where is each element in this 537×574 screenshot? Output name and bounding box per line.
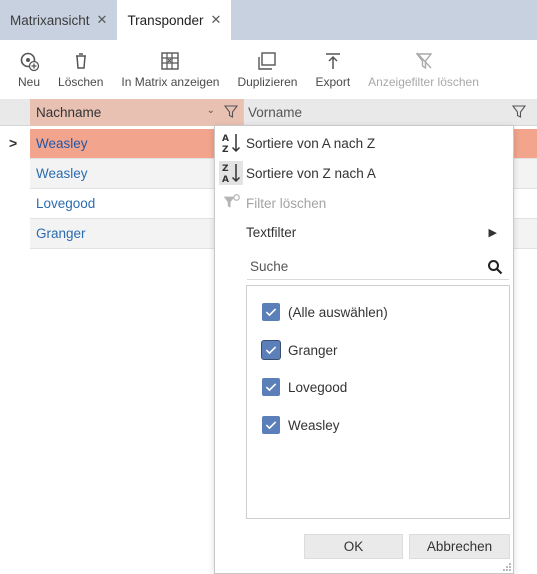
close-icon[interactable]: ✕ (97, 12, 108, 28)
column-label: Nachname (36, 105, 102, 120)
cell-nachname[interactable]: Granger (36, 226, 86, 241)
close-icon[interactable]: ✕ (210, 12, 221, 28)
checkbox-label: Weasley (288, 417, 340, 433)
svg-text:A: A (222, 134, 229, 144)
filter-icon[interactable] (223, 104, 239, 120)
textfilter-label: Textfilter (246, 224, 297, 240)
export-button[interactable]: Export (306, 50, 359, 89)
svg-text:Z: Z (222, 164, 229, 174)
new-button[interactable]: Neu (0, 50, 49, 89)
duplicate-button[interactable]: Duplizieren (228, 50, 306, 89)
checkbox-select-all[interactable]: (Alle auswählen) (262, 302, 388, 322)
checkbox-label: (Alle auswählen) (288, 304, 388, 320)
tab-label: Matrixansicht (10, 12, 90, 28)
cell-nachname[interactable]: Lovegood (36, 196, 95, 211)
filter-clear-icon (415, 52, 432, 70)
ok-button[interactable]: OK (304, 534, 403, 559)
search-input[interactable]: Suche (247, 254, 509, 280)
value-checklist: (Alle auswählen) Granger Lovegood Weasle… (246, 285, 510, 519)
checkbox-label: Lovegood (288, 379, 348, 395)
clear-filter-item[interactable]: Filter löschen (215, 188, 513, 218)
resize-grip-icon[interactable] (503, 563, 511, 571)
checkbox-weasley[interactable]: Weasley (262, 415, 340, 435)
sort-descending-item[interactable]: Z A Sortiere von Z nach A (215, 158, 513, 188)
duplicate-icon (258, 52, 277, 70)
chevron-down-icon: ⌄ (206, 105, 215, 116)
clear-filter-icon (219, 191, 243, 215)
sort-az-icon: A Z (219, 131, 243, 155)
toolbar: Neu Löschen In Matrix anzeigen Duplizier… (0, 40, 537, 98)
add-transponder-icon (20, 52, 40, 72)
delete-button[interactable]: Löschen (49, 50, 112, 89)
checkbox-lovegood[interactable]: Lovegood (262, 377, 347, 397)
clear-display-filter-label: Anzeigefilter löschen (368, 75, 479, 89)
delete-label: Löschen (58, 75, 104, 89)
tab-transponder[interactable]: Transponder ✕ (117, 0, 232, 40)
filter-icon[interactable] (511, 104, 527, 120)
current-row-indicator: > (9, 135, 18, 151)
trash-icon (75, 53, 86, 69)
cancel-label: Abbrechen (426, 539, 493, 554)
checkbox-granger[interactable]: Granger (262, 340, 338, 360)
sort-descending-label: Sortiere von Z nach A (246, 165, 376, 181)
tab-matrixansicht[interactable]: Matrixansicht ✕ (0, 0, 117, 40)
ok-label: OK (343, 539, 364, 554)
search-placeholder: Suche (250, 259, 289, 274)
checkbox-checked-icon[interactable] (262, 303, 280, 321)
cell-nachname[interactable]: Weasley (36, 166, 88, 181)
column-header-vorname[interactable]: Vorname (243, 99, 537, 126)
textfilter-item[interactable]: Textfilter ▶ (215, 217, 513, 247)
svg-text:Z: Z (222, 145, 229, 155)
clear-display-filter-button[interactable]: Anzeigefilter löschen (359, 50, 488, 89)
svg-text:A: A (222, 175, 229, 185)
clear-filter-label: Filter löschen (246, 195, 327, 211)
show-in-matrix-button[interactable]: In Matrix anzeigen (112, 50, 228, 89)
checkbox-label: Granger (288, 342, 338, 358)
new-label: Neu (18, 75, 41, 89)
cancel-button[interactable]: Abbrechen (409, 534, 510, 559)
duplicate-label: Duplizieren (237, 75, 298, 89)
show-in-matrix-label: In Matrix anzeigen (121, 75, 220, 89)
search-icon (488, 260, 503, 275)
checkbox-checked-icon[interactable] (262, 416, 280, 434)
export-label: Export (315, 75, 351, 89)
tab-bar: Matrixansicht ✕ Transponder ✕ (0, 0, 537, 40)
cell-nachname[interactable]: Weasley (36, 136, 88, 151)
checkbox-checked-icon[interactable] (262, 341, 280, 359)
matrix-icon (161, 52, 180, 70)
column-filter-popup: A Z Sortiere von A nach Z Z A Sortiere v… (214, 125, 514, 574)
export-icon (325, 53, 340, 69)
grid-header: Nachname ⌄ Vorname (0, 99, 537, 126)
column-header-nachname[interactable]: Nachname ⌄ (30, 99, 243, 126)
submenu-arrow-icon: ▶ (488, 226, 497, 239)
sort-ascending-label: Sortiere von A nach Z (246, 135, 376, 151)
tab-label: Transponder (127, 12, 204, 28)
sort-ascending-item[interactable]: A Z Sortiere von A nach Z (215, 128, 513, 158)
column-label: Vorname (248, 105, 303, 120)
checkbox-checked-icon[interactable] (262, 378, 280, 396)
sort-za-icon: Z A (219, 161, 243, 185)
